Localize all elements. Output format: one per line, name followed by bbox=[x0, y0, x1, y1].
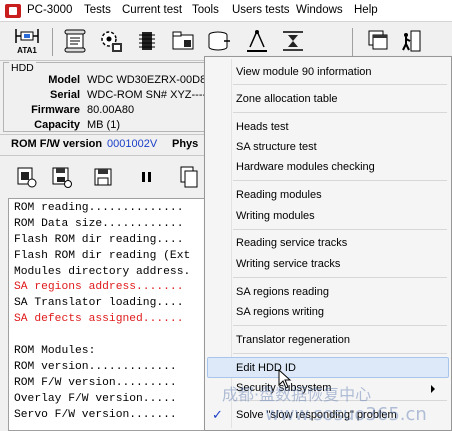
firmware-value: 80.00A80 bbox=[87, 104, 135, 116]
pause-button[interactable] bbox=[134, 164, 158, 190]
menu-tools[interactable]: Tools bbox=[192, 4, 219, 16]
log-line: ROM Modules: bbox=[14, 345, 96, 358]
gear-icon bbox=[101, 31, 122, 52]
hdd-panel-legend: HDD bbox=[9, 62, 36, 74]
rom-fw-label: ROM F/W version bbox=[11, 138, 103, 150]
menu-separator bbox=[233, 229, 447, 230]
submenu-arrow-icon bbox=[431, 385, 435, 393]
log-line: Servo F/W version....... bbox=[14, 408, 177, 421]
save-chip-button[interactable] bbox=[49, 164, 73, 190]
drive-arrow-button[interactable] bbox=[244, 27, 270, 55]
save-chip-icon bbox=[52, 167, 72, 188]
folder-chip-button[interactable] bbox=[170, 27, 196, 55]
menu-separator bbox=[233, 84, 447, 85]
menu-current-test[interactable]: Current test bbox=[122, 4, 182, 16]
menu-separator bbox=[233, 112, 447, 113]
model-value: WDC WD30EZRX-00D8PI bbox=[87, 74, 207, 86]
app-logo-icon bbox=[5, 4, 21, 18]
toolbar-divider bbox=[52, 28, 53, 56]
copy-button[interactable] bbox=[176, 164, 200, 190]
context-menu: View module 90 information Zone allocati… bbox=[204, 56, 452, 431]
log-line: SA regions address....... bbox=[14, 281, 184, 294]
menu-item-zone-allocation[interactable]: Zone allocation table bbox=[236, 93, 338, 105]
settings-chip-button[interactable] bbox=[14, 164, 38, 190]
save-button[interactable] bbox=[91, 164, 115, 190]
drive-icon bbox=[208, 31, 230, 51]
hdd-info-panel: HDD Model WDC WD30EZRX-00D8PI Serial WDC… bbox=[3, 62, 207, 132]
log-line: SA Translator loading.... bbox=[14, 297, 184, 310]
checkmark-icon: ✓ bbox=[212, 407, 223, 422]
settings-chip-icon bbox=[17, 167, 37, 188]
capacity-value: MB (1) bbox=[87, 119, 120, 131]
firmware-label: Firmware bbox=[31, 104, 80, 116]
menu-item-reading-service-tracks[interactable]: Reading service tracks bbox=[236, 237, 347, 249]
drive-button[interactable] bbox=[206, 27, 232, 55]
pause-icon bbox=[142, 172, 151, 182]
windows-button[interactable] bbox=[366, 27, 392, 55]
log-line: ROM reading.............. bbox=[14, 202, 184, 214]
watermark-text: 成都·盘数据恢复中心 bbox=[222, 385, 372, 404]
rom-toolbar bbox=[0, 155, 207, 197]
folder-chip-icon bbox=[172, 31, 194, 50]
chip-stack-button[interactable] bbox=[280, 27, 306, 55]
model-label: Model bbox=[48, 74, 80, 86]
chip-button[interactable] bbox=[134, 27, 160, 55]
windows-icon bbox=[368, 30, 388, 50]
menu-separator bbox=[233, 277, 447, 278]
log-line: Flash ROM dir reading (Ext bbox=[14, 249, 191, 262]
menu-separator bbox=[233, 353, 447, 354]
log-line: SA defects assigned...... bbox=[14, 313, 184, 326]
watermark-url: www.sosuo365.cn bbox=[265, 404, 427, 425]
rom-fw-row: ROM F/W version 0001002V Phys bbox=[0, 134, 207, 154]
serial-label: Serial bbox=[50, 89, 80, 101]
menu-windows[interactable]: Windows bbox=[296, 4, 343, 16]
log-line: Overlay F/W version..... bbox=[14, 392, 177, 405]
menu-separator bbox=[233, 180, 447, 181]
menu-users-tests[interactable]: Users tests bbox=[232, 4, 290, 16]
ata1-button[interactable]: ATA1 bbox=[12, 26, 42, 58]
serial-value: WDC-ROM SN# XYZ---- bbox=[87, 89, 207, 101]
log-line: ROM F/W version......... bbox=[14, 376, 177, 389]
menu-item-sa-regions-reading[interactable]: SA regions reading bbox=[236, 286, 329, 298]
menu-tests[interactable]: Tests bbox=[84, 4, 111, 16]
toolbar-divider bbox=[352, 28, 353, 56]
save-icon bbox=[94, 168, 112, 186]
scroll-button[interactable] bbox=[62, 27, 88, 55]
ata-label: ATA1 bbox=[17, 46, 37, 55]
menu-item-writing-modules[interactable]: Writing modules bbox=[236, 210, 315, 222]
capacity-label: Capacity bbox=[34, 119, 80, 131]
menu-item-view-module-90[interactable]: View module 90 information bbox=[236, 66, 372, 78]
menu-separator bbox=[233, 325, 447, 326]
log-line: ROM Data size............ bbox=[14, 217, 184, 230]
menu-item-translator-regeneration[interactable]: Translator regeneration bbox=[236, 334, 350, 346]
menu-item-writing-service-tracks[interactable]: Writing service tracks bbox=[236, 258, 340, 270]
rom-fw-value: 0001002V bbox=[107, 138, 158, 150]
chip-icon bbox=[139, 32, 155, 50]
exit-button[interactable] bbox=[398, 27, 424, 55]
log-line: Modules directory address. bbox=[14, 265, 191, 278]
copy-icon bbox=[180, 166, 198, 188]
ata-icon bbox=[15, 29, 39, 43]
menu-item-sa-regions-writing[interactable]: SA regions writing bbox=[236, 306, 324, 318]
menu-item-heads-test[interactable]: Heads test bbox=[236, 121, 289, 133]
log-line: ROM version............. bbox=[14, 360, 177, 373]
compass-icon bbox=[247, 30, 267, 52]
menu-bar: PC-3000 Tests Current test Tools Users t… bbox=[0, 0, 452, 22]
menu-item-sa-structure-test[interactable]: SA structure test bbox=[236, 141, 317, 153]
menu-item-reading-modules[interactable]: Reading modules bbox=[236, 189, 322, 201]
chip-stack-icon bbox=[283, 31, 303, 51]
scroll-icon bbox=[64, 29, 86, 53]
app-title: PC-3000 bbox=[27, 4, 73, 16]
menu-help[interactable]: Help bbox=[354, 4, 378, 16]
menu-item-hardware-modules[interactable]: Hardware modules checking bbox=[236, 161, 375, 173]
log-line: Flash ROM dir reading.... bbox=[14, 233, 184, 246]
door-exit-icon bbox=[402, 30, 421, 52]
log-output: ROM reading.............. ROM Data size..… bbox=[8, 198, 208, 431]
phys-label: Phys bbox=[172, 138, 199, 150]
gear-button[interactable] bbox=[98, 27, 124, 55]
